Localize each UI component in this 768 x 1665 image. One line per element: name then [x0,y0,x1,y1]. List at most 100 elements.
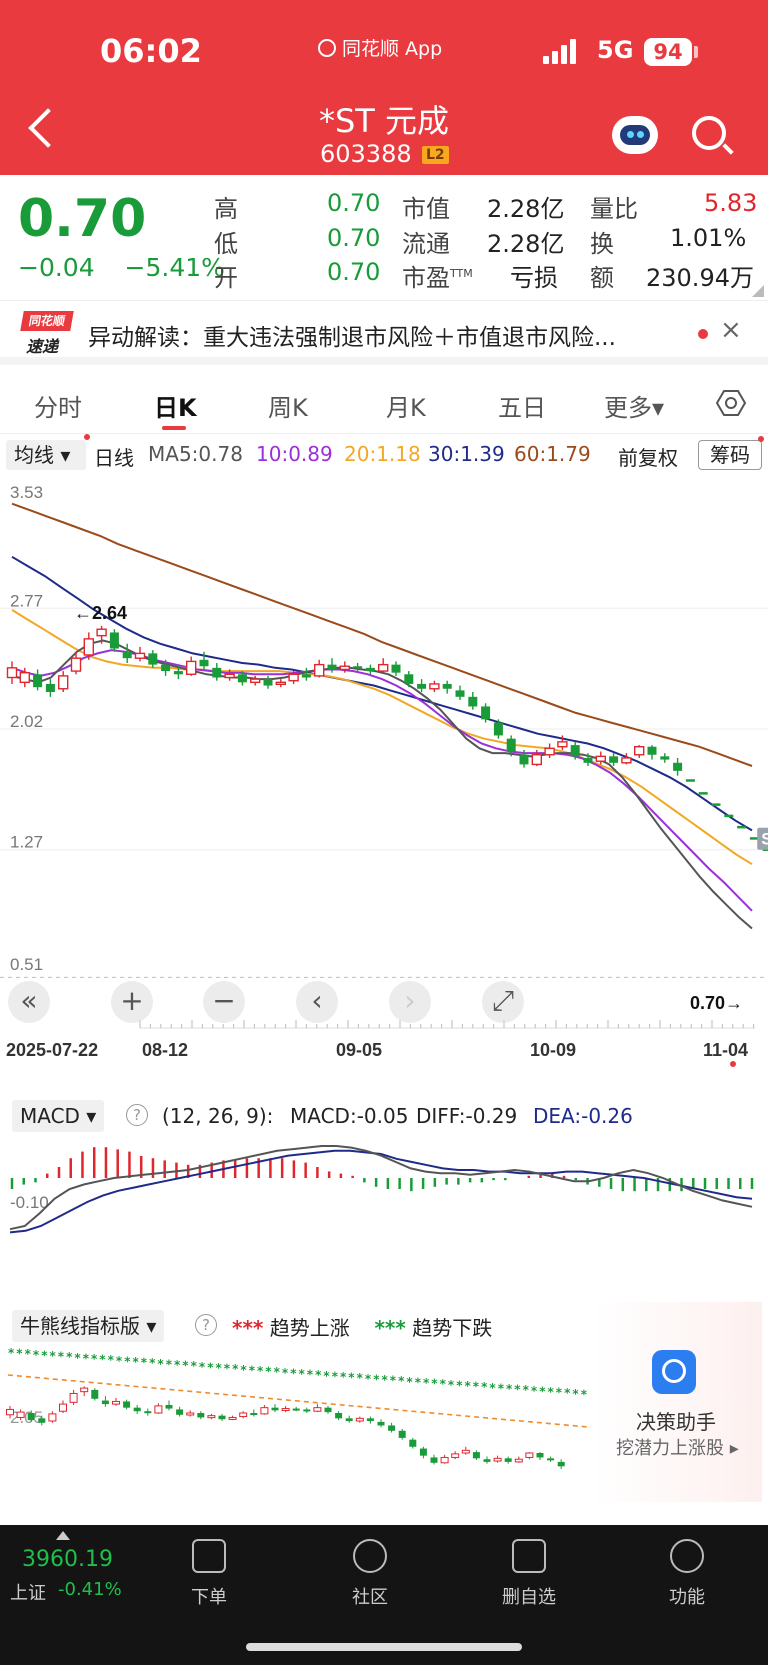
bb-candle-body [165,1405,173,1409]
zoom-out-button[interactable]: − [203,981,245,1023]
x-tick-label: 08-12 [142,1040,188,1060]
bb-candle-body [48,1413,57,1422]
tab-weekly-k[interactable]: 周K [268,388,308,423]
ma5-value: MA5:0.78 [148,442,243,466]
decision-assistant-panel[interactable]: 决策助手 挖潜力上涨股 ▸ [592,1302,762,1502]
bb-candle-body [154,1405,163,1414]
trend-down-star: * [398,1374,405,1388]
trend-down-star: * [489,1381,496,1395]
nav-remove-watchlist[interactable]: 删自选 [484,1539,574,1609]
trend-down-star: * [182,1359,189,1373]
trend-down-star: * [564,1386,571,1400]
tab-monthly-k[interactable]: 月K [386,388,426,423]
y-tick-label: 2.77 [10,591,43,610]
mcap-label: 市值 [402,195,450,223]
kline-chart[interactable]: 3.53 2.77 2.02 1.27 0.51 ←2.64 S 0.70→ 2025-07-2… [0,472,768,1072]
settings-icon[interactable] [716,388,746,418]
trend-down-star: * [382,1373,389,1387]
diff-line [9,1145,753,1231]
assistant-title: 决策助手 [636,1410,716,1434]
adjust-mode[interactable]: 前复权 [618,442,678,471]
app-brand: 同花顺 App [318,34,442,61]
assistant-subtitle[interactable]: 挖潜力上涨股 ▸ [616,1434,739,1460]
candle-body [327,664,337,670]
trend-down-star: * [514,1383,521,1397]
candle-body [583,757,593,763]
fullscreen-button[interactable]: ⤢ [482,981,524,1023]
scroll-right-button[interactable]: › [389,981,431,1023]
bb-candle-body [112,1400,120,1405]
candle-body [122,651,132,659]
bb-candle-body [6,1408,14,1416]
candle-body [660,756,670,760]
news-headline[interactable]: 异动解读：重大违法强制退市风险＋市值退市风险... [88,318,616,352]
battery-tip [694,46,698,58]
trend-down-star: * [299,1367,306,1381]
brand-logo-icon [318,38,336,57]
help-icon-2[interactable]: ? [195,1314,217,1336]
search-icon[interactable] [692,116,726,150]
active-tab-indicator [162,426,186,430]
diff-value: DIFF:-0.29 [416,1104,518,1128]
volratio-value: 5.83 [704,189,758,217]
bb-candle-body [355,1417,364,1422]
trend-down-star: * [224,1362,231,1376]
x-tick-label: 10-09 [530,1040,576,1060]
trend-down-star: * [473,1380,480,1394]
expand-corner-icon[interactable] [752,285,764,297]
nav-functions[interactable]: 功能 [642,1539,732,1609]
candle-body [404,674,414,684]
status-time: 06:02 [100,32,202,70]
app-brand-label: 同花顺 App [342,38,443,60]
chips-dot [758,436,764,442]
trend-down-star: * [581,1387,588,1401]
scroll-left-button[interactable]: ‹ [296,981,338,1023]
nav-community[interactable]: 社区 [325,1539,415,1609]
expand-up-icon[interactable] [56,1531,70,1540]
trend-down-star: * [456,1378,463,1392]
rewind-button[interactable]: « [8,981,50,1023]
trend-down-star: * [572,1387,579,1401]
chips-button[interactable]: 筹码 [698,440,762,470]
sell-signal-label: S [761,830,768,849]
bull-bear-chart[interactable]: 2.05* * * * * * * * * * * * * * * * * * * * * * * * * * * * * * * * * * * *… [0,1345,592,1495]
candle-body [19,671,30,684]
last-price: 0.70 [18,189,147,249]
tab-five-day[interactable]: 五日 [498,388,546,423]
trend-down-star: * [108,1353,115,1367]
index-name: 上证 [10,1583,46,1604]
bb-candle-body [91,1389,99,1399]
candle-body [6,667,18,679]
macd-chart[interactable]: -0.10 [0,1138,768,1293]
level2-badge[interactable]: L2 [422,146,449,164]
zoom-in-button[interactable]: + [111,981,153,1023]
news-bar[interactable]: 同花顺 速递 异动解读：重大违法强制退市风险＋市值退市风险... × [0,300,768,365]
tab-minute[interactable]: 分时 [34,388,82,423]
indicator-selector[interactable]: 牛熊线指标版 ▾ [12,1310,165,1342]
tab-more[interactable]: 更多▾ [604,388,664,423]
pe-label[interactable]: 市盈TTM [402,258,473,293]
candle-body [519,754,529,765]
pe-ttm: TTM [450,267,473,280]
bb-candle-body [239,1412,248,1418]
trend-down-star: * [133,1355,140,1369]
nav-order[interactable]: 下单 [164,1539,254,1609]
robot-assistant-icon[interactable] [612,116,658,154]
tab-daily-k[interactable]: 日K [154,388,197,423]
ma10-value: 10:0.89 [256,442,333,466]
trend-down-star: * [33,1348,40,1362]
candle-body [455,690,465,697]
close-icon[interactable]: × [720,315,742,345]
trend-down-star: * [66,1350,73,1364]
open-value: 0.70 [327,258,381,286]
bb-candle-body [536,1453,544,1458]
trend-down-star: * [315,1368,322,1382]
price-change: −0.04 −5.41% [18,253,225,282]
trend-down-star: * [506,1382,513,1396]
change-amount: −0.04 [18,253,95,282]
index-value[interactable]: 3960.19 [22,1547,113,1572]
candle-body [442,683,452,689]
minus-box-icon [512,1539,546,1573]
bb-candle-body [345,1418,353,1421]
bb-candle-body [271,1407,279,1411]
